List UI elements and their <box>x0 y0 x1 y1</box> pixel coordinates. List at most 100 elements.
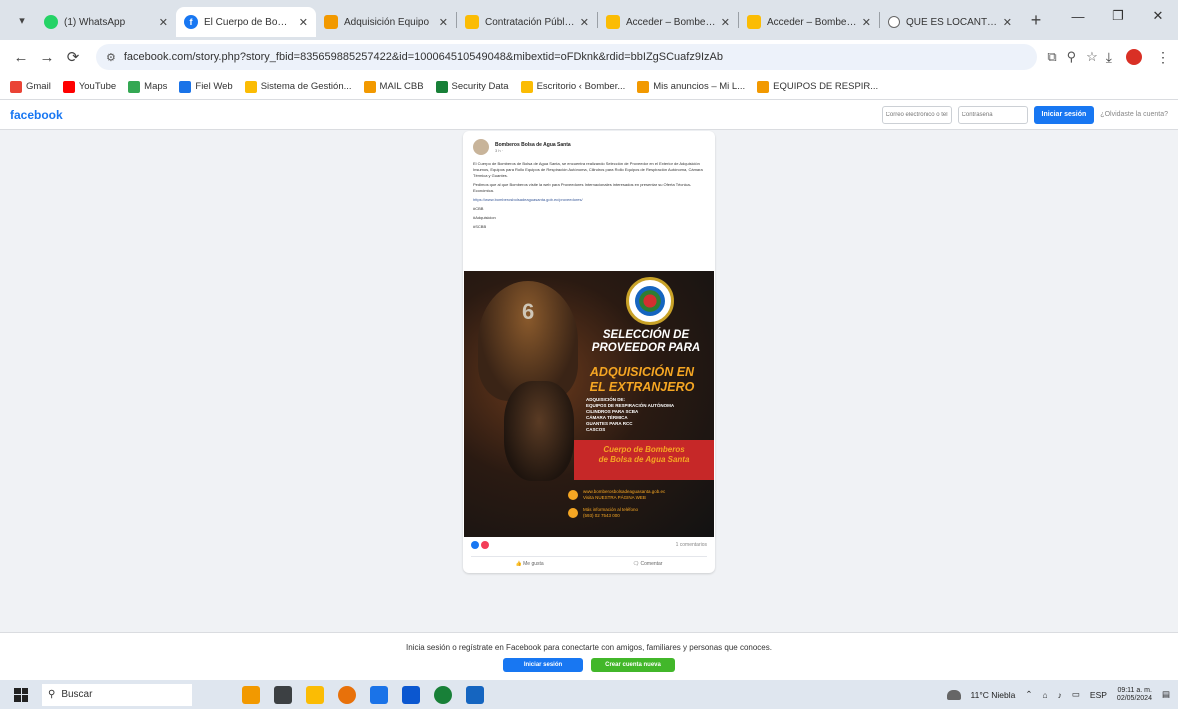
tab-locanto[interactable]: QUE ES LOCANTO - S ✕ <box>880 7 1020 37</box>
love-reaction-icon <box>481 541 489 549</box>
forward-icon[interactable]: → <box>34 44 60 70</box>
star-icon[interactable]: ☆ <box>1086 49 1098 65</box>
bookmark-youtube[interactable]: YouTube <box>62 80 117 93</box>
header-login-form: Iniciar sesión ¿Olvidaste la cuenta? <box>881 105 1168 124</box>
tab-acceder-1[interactable]: Acceder – Bomberos ✕ <box>598 7 738 37</box>
close-icon[interactable]: ✕ <box>439 16 448 29</box>
bookmark-mail[interactable]: MAIL CBB <box>363 80 424 93</box>
close-icon[interactable]: ✕ <box>159 16 168 29</box>
bookmark-sistema[interactable]: Sistema de Gestión... <box>244 80 352 93</box>
comment-button[interactable]: 🗨 Comentar <box>633 561 663 567</box>
network-icon[interactable]: ⌂ <box>1042 690 1047 700</box>
tray-arrow-icon[interactable]: ⌃ <box>1025 689 1032 700</box>
close-icon[interactable]: ✕ <box>721 16 730 29</box>
back-icon[interactable]: ← <box>8 44 34 70</box>
post-paragraph: Pedimos que al que Bomberos visite la we… <box>473 182 692 193</box>
contact-web: www.bomberosbolsadeaguasanta.gob.ec Visi… <box>568 489 708 501</box>
weather-text[interactable]: 11°C Niebla <box>971 690 1016 700</box>
windows-start-icon[interactable] <box>14 687 28 702</box>
firefox-icon[interactable] <box>338 685 356 704</box>
widget-icon[interactable] <box>242 685 260 704</box>
banner-login-button[interactable]: Iniciar sesión <box>503 658 583 672</box>
site-info-icon[interactable]: ⚙ <box>106 51 116 64</box>
post-hashtag[interactable]: #CBB <box>473 206 705 212</box>
post-image[interactable]: 6 SELECCIÓN DE PROVEEDOR PARA ADQUISICIÓ… <box>464 271 714 537</box>
bookmark-fielweb[interactable]: Fiel Web <box>179 80 233 93</box>
close-window-icon[interactable]: ✕ <box>1138 0 1178 32</box>
taskbar-search[interactable]: ⚲ Buscar <box>42 683 192 706</box>
facebook-logo[interactable]: facebook <box>10 108 63 122</box>
post-date[interactable]: 3 h · <box>495 148 571 153</box>
close-icon[interactable]: ✕ <box>862 16 871 29</box>
post-hashtag[interactable]: #SCBB <box>473 224 705 230</box>
tab-search-icon[interactable]: ▾ <box>8 8 36 32</box>
download-icon[interactable]: ⤓ <box>1106 49 1112 66</box>
reload-icon[interactable]: ⟳ <box>60 44 86 70</box>
thumbs-up-icon: 👍 <box>515 561 524 567</box>
comments-count[interactable]: 1 comentarios <box>676 542 707 548</box>
translate-icon[interactable]: ⧉ <box>1047 49 1056 65</box>
close-icon[interactable]: ✕ <box>299 16 308 29</box>
file-explorer-icon[interactable] <box>306 685 324 704</box>
bookmark-label: Security Data <box>451 81 509 92</box>
like-button[interactable]: 👍 Me gusta <box>516 561 544 567</box>
bookmark-escritorio[interactable]: Escritorio ‹ Bomber... <box>520 80 625 93</box>
fire-department-emblem <box>626 277 674 325</box>
poster-title-line: PROVEEDOR PARA <box>591 342 701 354</box>
poster-items: ADQUISICIÓN DE: EQUIPOS DE RESPIRACIÓN A… <box>586 397 706 433</box>
bookmark-label: Fiel Web <box>195 81 233 92</box>
bookmark-maps[interactable]: Maps <box>128 80 168 93</box>
post-text: El Cuerpo de Bomberos de Bolsa de Agua S… <box>463 159 715 235</box>
bookmark-label: YouTube <box>78 81 117 92</box>
edge-icon[interactable] <box>370 685 388 704</box>
tab-facebook[interactable]: f El Cuerpo de Bombero ✕ <box>176 7 316 37</box>
facebook-icon: f <box>184 15 198 29</box>
bookmark-equipos[interactable]: EQUIPOS DE RESPIR... <box>757 80 878 93</box>
password-field[interactable] <box>957 105 1028 124</box>
profile-avatar[interactable] <box>1126 49 1142 65</box>
app-icon[interactable] <box>466 685 484 704</box>
tab-acceder-2[interactable]: Acceder – Bomberos ✕ <box>739 7 879 37</box>
bookmark-label: Mis anuncios – Mi L... <box>653 81 746 92</box>
poster-band-line: Cuerpo de Bomberos <box>603 445 685 454</box>
email-field[interactable] <box>881 105 952 124</box>
notifications-icon[interactable]: ▤ <box>1162 689 1170 700</box>
battery-icon[interactable]: ▭ <box>1072 689 1080 700</box>
tab-contratacion[interactable]: Contratación Pública ✕ <box>457 7 597 37</box>
zoom-icon[interactable]: ⚲ <box>1067 49 1077 65</box>
create-account-button[interactable]: Crear cuenta nueva <box>591 658 675 672</box>
task-view-icon[interactable] <box>274 685 292 704</box>
bookmark-anuncios[interactable]: Mis anuncios – Mi L... <box>637 80 746 93</box>
tab-whatsapp[interactable]: (1) WhatsApp ✕ <box>36 7 176 37</box>
page-avatar[interactable] <box>473 139 489 155</box>
chrome-icon[interactable] <box>434 685 452 704</box>
poster-accent-title: ADQUISICIÓN EN EL EXTRANJERO <box>574 365 710 395</box>
restore-icon[interactable]: ❐ <box>1098 0 1138 32</box>
post-hashtag[interactable]: #Adquisicion <box>473 215 705 221</box>
address-bar[interactable]: ⚙ facebook.com/story.php?story_fbid=8356… <box>96 44 1038 70</box>
post-link[interactable]: https://www.bomberosbolsadeaguasanta.gob… <box>473 197 705 203</box>
volume-icon[interactable]: ♪ <box>1058 690 1062 700</box>
fielweb-icon <box>179 80 192 93</box>
tab-adquisicion[interactable]: Adquisición Equipo ✕ <box>316 7 456 37</box>
bookmark-label: Maps <box>144 81 168 92</box>
bookmark-security[interactable]: Security Data <box>435 80 509 93</box>
whatsapp-icon <box>44 15 58 29</box>
bookmark-gmail[interactable]: Gmail <box>10 80 51 93</box>
security-icon <box>435 80 448 93</box>
store-icon[interactable] <box>402 685 420 704</box>
url-text: facebook.com/story.php?story_fbid=835659… <box>123 51 723 63</box>
minimize-icon[interactable]: — <box>1058 0 1098 32</box>
language-indicator[interactable]: ESP <box>1090 690 1107 700</box>
close-icon[interactable]: ✕ <box>1003 16 1012 29</box>
search-icon <box>888 16 900 28</box>
menu-icon[interactable]: ⋮ <box>1156 49 1170 66</box>
escritorio-icon <box>520 80 533 93</box>
forgot-account-link[interactable]: ¿Olvidaste la cuenta? <box>1100 111 1168 118</box>
login-button[interactable]: Iniciar sesión <box>1033 105 1095 124</box>
close-icon[interactable]: ✕ <box>580 16 589 29</box>
new-tab-button[interactable]: + <box>1024 10 1048 31</box>
equipos-icon <box>757 80 770 93</box>
page-name[interactable]: Bomberos Bolsa de Agua Santa <box>495 142 571 148</box>
clock[interactable]: 09:11 a. m. 02/05/2024 <box>1117 687 1152 703</box>
